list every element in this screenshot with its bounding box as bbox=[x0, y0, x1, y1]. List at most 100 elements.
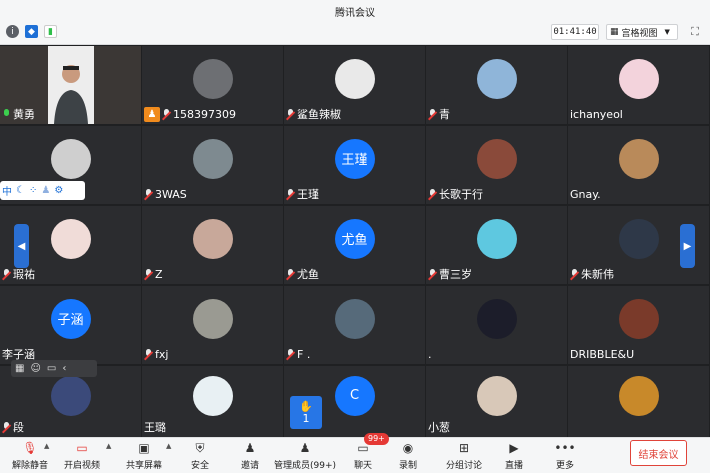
toolbar-label: 录制 bbox=[398, 461, 417, 471]
participant-avatar bbox=[192, 218, 233, 259]
participant-avatar: C bbox=[334, 375, 375, 416]
toolbar-label: 直播 bbox=[504, 461, 523, 471]
participant-tile[interactable]: 王瑾 王瑾 bbox=[284, 126, 425, 204]
toolbar-mic-muted-button[interactable]: 🎙 解除静音 bbox=[0, 438, 60, 473]
participant-avatar bbox=[50, 138, 91, 179]
tile-tools: ▦ ☺ ▭ ‹ bbox=[11, 360, 97, 377]
participant-tile[interactable]: 鲨鱼辣椒 bbox=[284, 46, 425, 124]
user-icon[interactable]: ♟ bbox=[41, 185, 50, 196]
mic-muted-icon bbox=[286, 108, 295, 120]
share-screen-icon: ▣ bbox=[138, 441, 150, 455]
toolbar-more-button[interactable]: ••• 更多 bbox=[535, 438, 595, 473]
participant-nameplate: 小葱 bbox=[426, 419, 452, 435]
view-mode-label: 宫格视图 bbox=[621, 28, 658, 39]
breakout-icon: ⊞ bbox=[458, 441, 470, 455]
camera-off-icon: ▭ bbox=[76, 441, 88, 455]
moon-icon[interactable]: ☾ bbox=[16, 185, 25, 196]
info-icon[interactable]: i bbox=[6, 25, 19, 38]
participant-name: Gnay. bbox=[570, 187, 601, 201]
mic-muted-icon bbox=[570, 268, 579, 280]
chevron-up-icon[interactable]: ▲ bbox=[166, 442, 171, 450]
page-prev-button[interactable]: ◀ bbox=[14, 224, 29, 268]
participant-avatar bbox=[334, 58, 375, 99]
participant-tile[interactable]: F . bbox=[284, 286, 425, 364]
chevron-up-icon[interactable]: ▲ bbox=[106, 442, 111, 450]
title-bar: 腾讯会议 i ◆ ▮ 01:41:40 ▦ 宫格视图 ▼ ⛶ bbox=[0, 0, 710, 45]
participant-avatar bbox=[618, 375, 659, 416]
chevron-left-icon[interactable]: ‹ bbox=[62, 363, 66, 374]
participant-name: 158397309 bbox=[173, 107, 236, 121]
meeting-window: 腾讯会议 i ◆ ▮ 01:41:40 ▦ 宫格视图 ▼ ⛶ 黄勇 ♟ 158397… bbox=[0, 0, 710, 473]
participant-avatar bbox=[192, 298, 233, 339]
participant-tile[interactable]: ♟ 158397309 bbox=[142, 46, 283, 124]
participant-tile[interactable]: fxj bbox=[142, 286, 283, 364]
toolbar-label: 分组讨论 bbox=[445, 461, 482, 471]
participant-name: F . bbox=[297, 347, 311, 361]
participant-avatar bbox=[192, 138, 233, 179]
signal-icon[interactable]: ▮ bbox=[44, 25, 57, 38]
participant-nameplate: 段 bbox=[0, 419, 26, 435]
participant-avatar bbox=[50, 375, 91, 416]
toolbar-label: 聊天 bbox=[353, 461, 372, 471]
participant-avatar bbox=[476, 218, 517, 259]
participant-tile[interactable]: 长歌于行 bbox=[426, 126, 567, 204]
grid-icon: ▦ bbox=[610, 27, 619, 37]
toolbar-label: 安全 bbox=[190, 461, 209, 471]
participant-tile[interactable]: 黄勇 bbox=[0, 46, 141, 124]
mic-muted-icon: 🎙 bbox=[22, 441, 38, 455]
participant-tile[interactable]: 子涵 李子涵 bbox=[0, 286, 141, 364]
mic-muted-icon bbox=[428, 108, 437, 120]
invite-icon: ♟ bbox=[244, 441, 256, 455]
participant-nameplate: F . bbox=[284, 346, 312, 362]
mic-muted-icon bbox=[144, 348, 153, 360]
participant-tile[interactable]: 小葱 bbox=[426, 366, 567, 437]
participant-tile[interactable]: DRIBBLE&U bbox=[568, 286, 709, 364]
participant-tile[interactable]: 3WAS bbox=[142, 126, 283, 204]
toolbar-camera-off-button[interactable]: ▭ 开启视频 bbox=[52, 438, 112, 473]
participant-tile[interactable]: 王璐 bbox=[142, 366, 283, 437]
participant-tile[interactable]: . bbox=[426, 286, 567, 364]
mic-muted-icon bbox=[144, 188, 153, 200]
participant-tile[interactable]: Z bbox=[142, 206, 283, 284]
participant-avatar bbox=[476, 138, 517, 179]
message-icon[interactable]: ▭ bbox=[47, 363, 56, 374]
participant-name: 尤鱼 bbox=[297, 268, 319, 281]
gear-icon[interactable]: ⚙ bbox=[54, 185, 63, 196]
dots-icon[interactable]: ⁘ bbox=[29, 185, 37, 196]
participant-name: 黄勇 bbox=[13, 108, 35, 121]
participant-tile[interactable]: Gnay. bbox=[568, 126, 709, 204]
toolbar-members-button[interactable]: ♟ 管理成员(99+) bbox=[274, 438, 336, 473]
chevron-up-icon[interactable]: ▲ bbox=[44, 442, 49, 450]
participant-nameplate bbox=[568, 419, 572, 435]
participant-nameplate: 瑕祐 bbox=[0, 266, 37, 282]
toolbar-label: 解除静音 bbox=[11, 461, 48, 471]
participant-tile[interactable]: 曹三岁 bbox=[426, 206, 567, 284]
page-next-button[interactable]: ▶ bbox=[680, 224, 695, 268]
video-feed bbox=[48, 46, 94, 124]
participant-avatar: 尤鱼 bbox=[334, 218, 375, 259]
participant-tile[interactable]: 尤鱼 尤鱼 bbox=[284, 206, 425, 284]
participant-nameplate: 王璐 bbox=[142, 419, 168, 435]
hand-raise-indicator[interactable]: ✋ 1 bbox=[290, 396, 322, 429]
toolbar-label: 开启视频 bbox=[63, 461, 100, 471]
participant-tile[interactable]: ichanyeol bbox=[568, 46, 709, 124]
end-meeting-button[interactable]: 结束会议 bbox=[630, 440, 687, 466]
toolbar-share-screen-button[interactable]: ▣ 共享屏幕 bbox=[114, 438, 174, 473]
participant-nameplate: 青 bbox=[426, 106, 452, 122]
participant-avatar bbox=[476, 375, 517, 416]
shield-icon[interactable]: ◆ bbox=[25, 25, 38, 38]
fullscreen-icon[interactable]: ⛶ bbox=[688, 25, 702, 39]
participant-tile[interactable]: 青 bbox=[426, 46, 567, 124]
mic-muted-icon bbox=[428, 268, 437, 280]
layout-icon[interactable]: ▦ bbox=[15, 363, 24, 374]
participant-avatar bbox=[50, 218, 91, 259]
video-grid: 黄勇 ♟ 158397309 鲨鱼辣椒青 ichanyeol 3WAS 王瑾 王瑾 长歌于行 Gn… bbox=[0, 46, 710, 437]
video-background bbox=[94, 46, 141, 124]
toolbar-invite-button[interactable]: ♟ 邀请 bbox=[220, 438, 280, 473]
participant-tile[interactable] bbox=[568, 366, 709, 437]
view-mode-button[interactable]: ▦ 宫格视图 ▼ bbox=[606, 24, 678, 40]
translate-button[interactable]: 中 bbox=[2, 183, 12, 198]
emoji-icon[interactable]: ☺ bbox=[30, 363, 40, 374]
participant-name: fxj bbox=[155, 347, 169, 361]
participant-nameplate: . bbox=[426, 346, 434, 362]
